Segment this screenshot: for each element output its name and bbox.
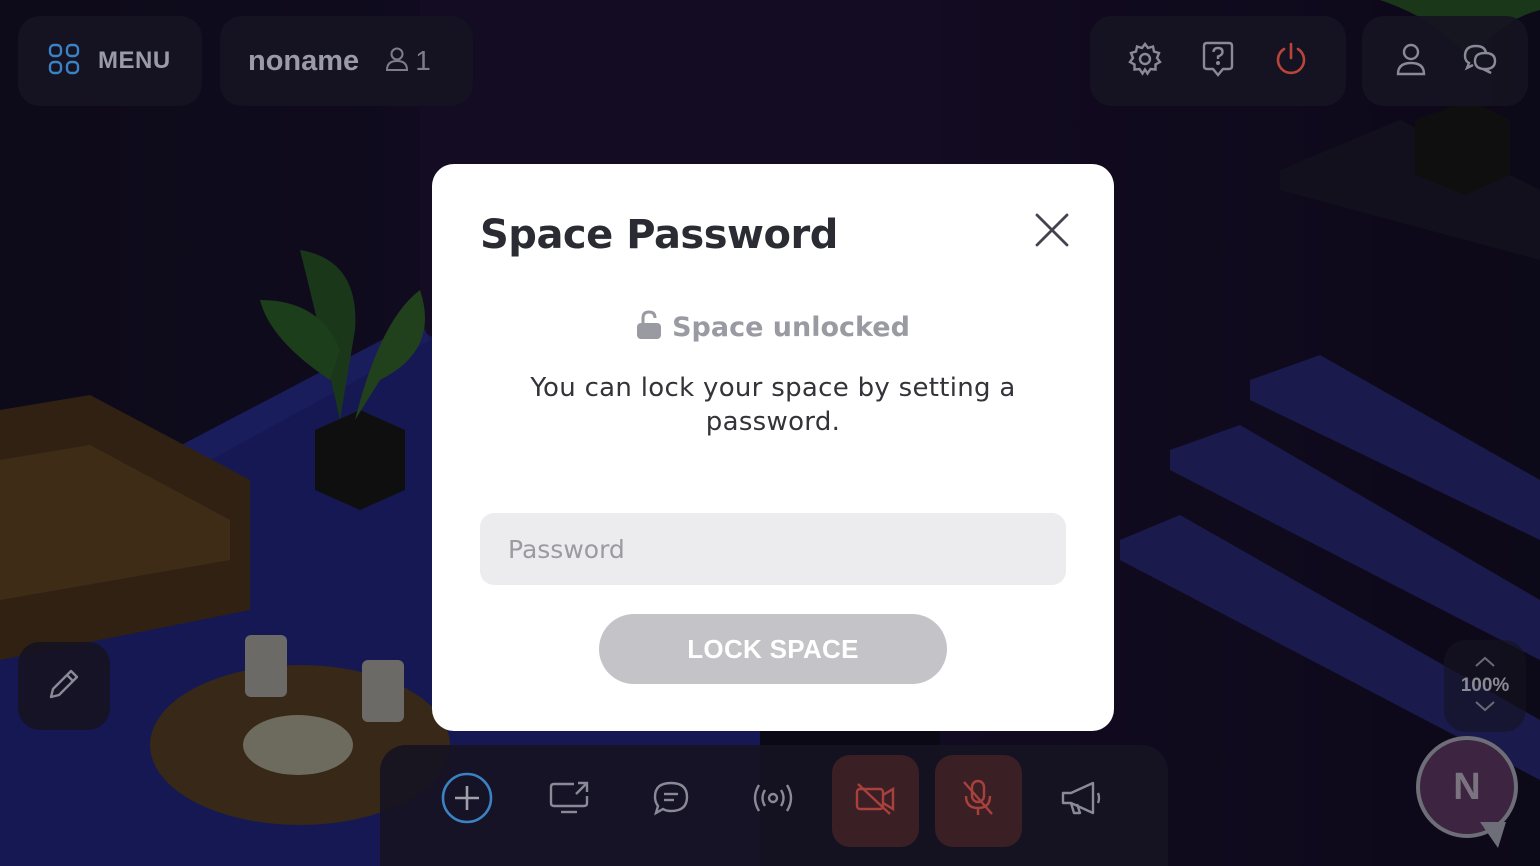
broadcast-button[interactable] (722, 755, 824, 847)
lock-status-text: Space unlocked (672, 312, 910, 343)
pencil-icon (47, 667, 81, 706)
top-right-controls (1090, 16, 1346, 106)
user-count: 1 (385, 45, 431, 77)
camera-toggle-button[interactable] (831, 754, 919, 847)
dialog-title: Space Password (480, 212, 838, 258)
chat-panel-button[interactable] (1454, 35, 1506, 87)
top-right-social-controls (1362, 16, 1528, 106)
broadcast-icon (750, 781, 796, 820)
unlocked-padlock-icon (636, 310, 662, 345)
close-icon (1034, 212, 1070, 253)
space-info[interactable]: noname 1 (220, 16, 473, 106)
announce-button[interactable] (1030, 755, 1132, 847)
menu-label: MENU (98, 47, 171, 74)
chat-bubbles-icon (1461, 42, 1499, 81)
help-icon (1201, 40, 1235, 83)
people-button[interactable] (1385, 35, 1437, 87)
close-button[interactable] (1028, 208, 1076, 256)
person-icon (1395, 42, 1427, 81)
menu-button[interactable]: MENU (18, 16, 202, 106)
mic-toggle-button[interactable] (934, 754, 1023, 847)
gear-icon (1127, 41, 1163, 82)
camera-off-icon (854, 781, 896, 820)
user-icon (385, 46, 409, 77)
mic-off-icon (961, 778, 995, 823)
zoom-control: 100% (1444, 640, 1526, 732)
settings-button[interactable] (1119, 35, 1171, 87)
megaphone-icon (1059, 780, 1103, 821)
dialog-description: You can lock your space by setting a pas… (530, 373, 1016, 437)
lock-status: Space unlocked (432, 310, 1114, 345)
lock-space-button[interactable]: LOCK SPACE (599, 614, 947, 684)
apps-grid-icon (48, 43, 80, 80)
add-icon (440, 771, 494, 830)
space-password-dialog: Space Password Space unlocked You can lo… (432, 164, 1114, 731)
zoom-in-chevron-icon[interactable] (1474, 655, 1496, 673)
screen-share-icon (548, 780, 590, 821)
user-count-value: 1 (415, 45, 431, 76)
edit-button[interactable] (18, 642, 110, 730)
add-button[interactable] (416, 755, 518, 847)
help-button[interactable] (1192, 35, 1244, 87)
chat-button[interactable] (620, 755, 722, 847)
power-icon (1273, 41, 1309, 82)
avatar-initial: N (1453, 765, 1481, 808)
bottom-toolbar (380, 745, 1168, 866)
avatar-pointer (1480, 822, 1506, 848)
zoom-level: 100% (1460, 675, 1510, 696)
leave-space-button[interactable] (1265, 35, 1317, 87)
chat-icon (651, 779, 691, 822)
zoom-out-chevron-icon[interactable] (1474, 699, 1496, 717)
space-name: noname (248, 44, 360, 77)
screen-share-button[interactable] (518, 755, 620, 847)
password-input[interactable] (480, 513, 1066, 585)
